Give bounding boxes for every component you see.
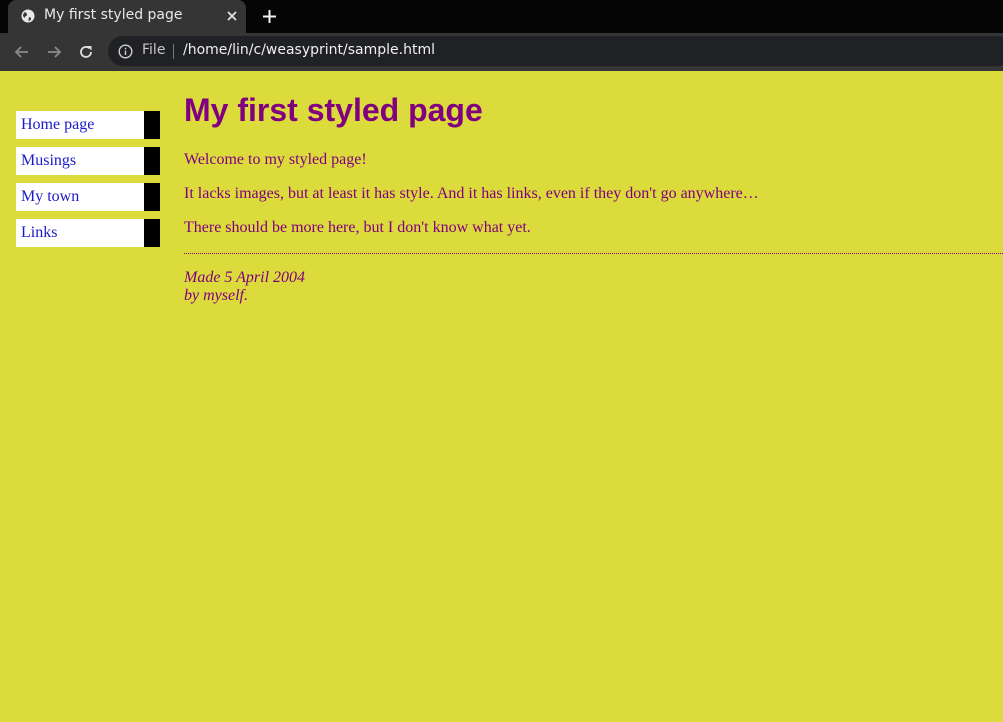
forward-arrow-icon[interactable] xyxy=(44,42,64,62)
close-icon[interactable] xyxy=(225,9,239,23)
page-address: Made 5 April 2004 by myself. xyxy=(184,269,305,305)
musings-link[interactable]: Musings xyxy=(16,147,144,175)
navbar-item-home: Home page xyxy=(16,111,160,139)
tab-bar: My first styled page xyxy=(0,0,1003,33)
my-town-link[interactable]: My town xyxy=(16,183,144,211)
address-bar[interactable]: File /home/lin/c/weasyprint/sample.html xyxy=(108,36,1003,66)
tab-title: My first styled page xyxy=(44,7,183,23)
back-arrow-icon[interactable] xyxy=(12,42,32,62)
globe-icon xyxy=(21,9,35,23)
address-author: by myself. xyxy=(184,287,248,304)
url-text[interactable]: /home/lin/c/weasyprint/sample.html xyxy=(183,42,435,58)
paragraph-welcome: Welcome to my styled page! xyxy=(184,151,367,168)
paragraph-more: There should be more here, but I don't k… xyxy=(184,219,531,236)
horizontal-rule xyxy=(184,253,1003,254)
address-separator xyxy=(173,44,174,59)
info-icon[interactable] xyxy=(118,44,133,59)
page-viewport: Home page Musings My town Links My first… xyxy=(0,71,1003,722)
new-tab-icon[interactable] xyxy=(262,9,277,24)
home-page-link[interactable]: Home page xyxy=(16,111,144,139)
navbar: Home page Musings My town Links xyxy=(16,111,160,255)
page-heading: My first styled page xyxy=(184,92,483,128)
navbar-item-musings: Musings xyxy=(16,147,160,175)
paragraph-style: It lacks images, but at least it has sty… xyxy=(184,185,759,202)
navbar-item-links: Links xyxy=(16,219,160,247)
links-link[interactable]: Links xyxy=(16,219,144,247)
main-content: My first styled page Welcome to my style… xyxy=(184,71,1003,304)
browser-tab[interactable]: My first styled page xyxy=(8,0,246,33)
address-date: Made 5 April 2004 xyxy=(184,269,306,286)
navbar-item-my-town: My town xyxy=(16,183,160,211)
browser-toolbar: File /home/lin/c/weasyprint/sample.html xyxy=(0,33,1003,71)
reload-icon[interactable] xyxy=(76,42,96,62)
scheme-label: File xyxy=(142,42,166,58)
